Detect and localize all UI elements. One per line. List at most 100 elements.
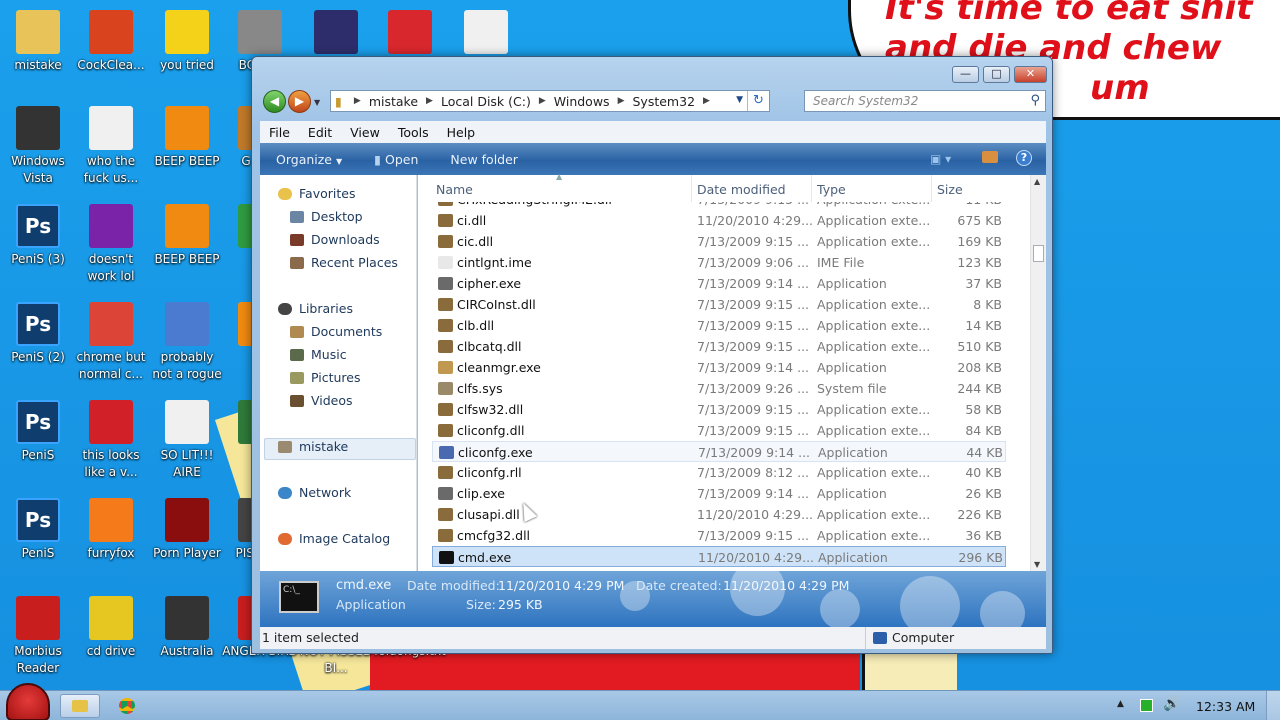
- preview-pane-icon[interactable]: [982, 151, 998, 163]
- new-folder-button[interactable]: New folder: [434, 152, 534, 167]
- nav-downloads[interactable]: Downloads: [290, 232, 380, 247]
- desktop-icon-beep2[interactable]: BEEP BEEP: [149, 204, 225, 268]
- desktop-icon-chrome[interactable]: chrome but normal c...: [73, 302, 149, 383]
- nav-desktop[interactable]: Desktop: [290, 209, 363, 224]
- file-row[interactable]: cliconfg.rll 7/13/2009 8:12 ... Applicatio…: [432, 462, 1006, 483]
- close-button[interactable]: ✕: [1014, 66, 1047, 83]
- nav-mistake[interactable]: mistake: [278, 439, 348, 454]
- column-divider[interactable]: [691, 175, 692, 202]
- open-button[interactable]: ▮ Open: [358, 152, 434, 167]
- menu-help[interactable]: Help: [438, 125, 485, 140]
- desktop-icon-penis4[interactable]: Ps PeniS: [0, 498, 76, 562]
- volume-icon[interactable]: 🔊: [1163, 696, 1180, 712]
- nav-documents[interactable]: Documents: [290, 324, 382, 339]
- taskbar-explorer-button[interactable]: [60, 694, 100, 718]
- back-button[interactable]: ◀: [263, 90, 286, 113]
- desktop-icon-vista[interactable]: Windows Vista: [0, 106, 76, 187]
- taskbar-clock[interactable]: 12:33 AM: [1196, 699, 1255, 714]
- desktop-icon-youtried[interactable]: you tried: [149, 10, 225, 74]
- minimize-button[interactable]: —: [952, 66, 979, 83]
- breadcrumb-local-disk[interactable]: Local Disk (C:): [441, 94, 531, 109]
- desktop-icon-beep1[interactable]: BEEP BEEP: [149, 106, 225, 170]
- desktop-icon-looks[interactable]: this looks like a v...: [73, 400, 149, 481]
- file-row[interactable]: cintlgnt.ime 7/13/2009 9:06 ... IME File 12…: [432, 252, 1006, 273]
- file-row[interactable]: cleanmgr.exe 7/13/2009 9:14 ... Applicatio…: [432, 357, 1006, 378]
- breadcrumb-separator-icon[interactable]: ▶: [703, 96, 710, 106]
- start-button-angry-bird-icon[interactable]: [6, 683, 50, 720]
- column-date-modified[interactable]: Date modified: [697, 182, 786, 197]
- desktop-icon-cddrive[interactable]: cd drive: [73, 596, 149, 660]
- desktop-icon-australia[interactable]: Australia: [149, 596, 225, 660]
- menu-edit[interactable]: Edit: [299, 125, 341, 140]
- file-row[interactable]: cliconfg.exe 7/13/2009 9:14 ... Applicatio…: [432, 441, 1006, 462]
- file-row[interactable]: clfsw32.dll 7/13/2009 9:15 ... Application…: [432, 399, 1006, 420]
- scrollbar-thumb[interactable]: [1033, 245, 1044, 262]
- show-desktop-button[interactable]: [1266, 691, 1280, 720]
- desktop-icon-cockclean[interactable]: CockClea...: [73, 10, 149, 74]
- nav-image-catalog[interactable]: Image Catalog: [278, 531, 390, 546]
- vertical-scrollbar[interactable]: ▲ ▼: [1030, 175, 1046, 571]
- help-icon[interactable]: ?: [1016, 150, 1032, 166]
- nav-network[interactable]: Network: [278, 485, 351, 500]
- nav-recent-places[interactable]: Recent Places: [290, 255, 398, 270]
- breadcrumb-separator-icon[interactable]: ▶: [426, 96, 433, 106]
- file-row[interactable]: CHxReadingStringIME.dll 7/13/2009 9:15 ..…: [432, 202, 1006, 210]
- column-type[interactable]: Type: [817, 182, 846, 197]
- organize-button[interactable]: Organize ▼: [260, 152, 358, 167]
- recent-pages-chevron-icon[interactable]: ▼: [314, 98, 320, 107]
- menu-view[interactable]: View: [341, 125, 389, 140]
- column-divider[interactable]: [931, 175, 932, 202]
- breadcrumb-separator-icon[interactable]: ▶: [618, 96, 625, 106]
- view-options-icon[interactable]: ▣ ▾: [930, 152, 951, 166]
- breadcrumb-separator-icon[interactable]: ▶: [354, 96, 361, 106]
- desktop-icon-whothe[interactable]: who the fuck us...: [73, 106, 149, 187]
- column-size[interactable]: Size: [937, 182, 963, 197]
- file-row[interactable]: clb.dll 7/13/2009 9:15 ... Application ext…: [432, 315, 1006, 336]
- search-input[interactable]: Search System32 ⚲: [804, 90, 1046, 112]
- desktop-icon-probably[interactable]: probably not a rogue: [149, 302, 225, 383]
- menu-tools[interactable]: Tools: [389, 125, 438, 140]
- file-row[interactable]: ci.dll 11/20/2010 4:29... Application exte…: [432, 210, 1006, 231]
- column-divider[interactable]: [811, 175, 812, 202]
- nav-libraries[interactable]: Libraries: [278, 301, 353, 316]
- desktop-icon-angryspace[interactable]: [298, 10, 374, 57]
- nav-videos[interactable]: Videos: [290, 393, 353, 408]
- file-row[interactable]: clfs.sys 7/13/2009 9:26 ... System file 244…: [432, 378, 1006, 399]
- breadcrumb-separator-icon[interactable]: ▶: [539, 96, 546, 106]
- desktop-icon-morbius[interactable]: Morbius Reader: [0, 596, 76, 677]
- file-row[interactable]: cmcfg32.dll 7/13/2009 9:15 ... Application…: [432, 525, 1006, 546]
- address-dropdown-icon[interactable]: ▼: [736, 95, 743, 105]
- desktop-icon-furryfox[interactable]: furryfox: [73, 498, 149, 562]
- desktop-icon-mistake[interactable]: mistake: [0, 10, 76, 74]
- menu-file[interactable]: File: [260, 125, 299, 140]
- search-icon[interactable]: ⚲: [1030, 91, 1040, 111]
- scroll-down-icon[interactable]: ▼: [1034, 560, 1040, 569]
- address-bar[interactable]: ▮ ▶ mistake ▶ Local Disk (C:) ▶ Windows …: [330, 90, 770, 112]
- desktop-icon-penis3[interactable]: Ps PeniS (3): [0, 204, 76, 268]
- breadcrumb-mistake[interactable]: mistake: [369, 94, 418, 109]
- scroll-up-icon[interactable]: ▲: [1034, 177, 1040, 186]
- forward-button[interactable]: ▶: [288, 90, 311, 113]
- file-row[interactable]: cliconfg.dll 7/13/2009 9:15 ... Applicatio…: [432, 420, 1006, 441]
- taskbar-chrome-button[interactable]: [108, 694, 146, 718]
- file-row[interactable]: cmd.exe 11/20/2010 4:29... Application 296 …: [432, 546, 1006, 567]
- maximize-button[interactable]: □: [983, 66, 1010, 83]
- tray-app-icon[interactable]: [1140, 699, 1153, 712]
- desktop-icon-angrybirds[interactable]: [372, 10, 448, 57]
- file-row[interactable]: cipher.exe 7/13/2009 9:14 ... Application 3…: [432, 273, 1006, 294]
- nav-favorites[interactable]: Favorites: [278, 186, 355, 201]
- breadcrumb-windows[interactable]: Windows: [554, 94, 610, 109]
- nav-music[interactable]: Music: [290, 347, 347, 362]
- show-hidden-icons-icon[interactable]: ▲: [1117, 699, 1124, 709]
- file-row[interactable]: cic.dll 7/13/2009 9:15 ... Application ext…: [432, 231, 1006, 252]
- desktop-icon-solit[interactable]: SO LIT!!! AIRE: [149, 400, 225, 481]
- desktop-icon-penis[interactable]: Ps PeniS: [0, 400, 76, 464]
- column-name[interactable]: Name: [436, 182, 473, 197]
- desktop-icon-textdoc[interactable]: [448, 10, 524, 57]
- desktop-icon-pornplayer[interactable]: Porn Player: [149, 498, 225, 562]
- nav-pictures[interactable]: Pictures: [290, 370, 361, 385]
- refresh-icon[interactable]: ↻: [747, 91, 769, 111]
- file-row[interactable]: clbcatq.dll 7/13/2009 9:15 ... Application…: [432, 336, 1006, 357]
- file-row[interactable]: clip.exe 7/13/2009 9:14 ... Application 26 …: [432, 483, 1006, 504]
- desktop-icon-penis2[interactable]: Ps PeniS (2): [0, 302, 76, 366]
